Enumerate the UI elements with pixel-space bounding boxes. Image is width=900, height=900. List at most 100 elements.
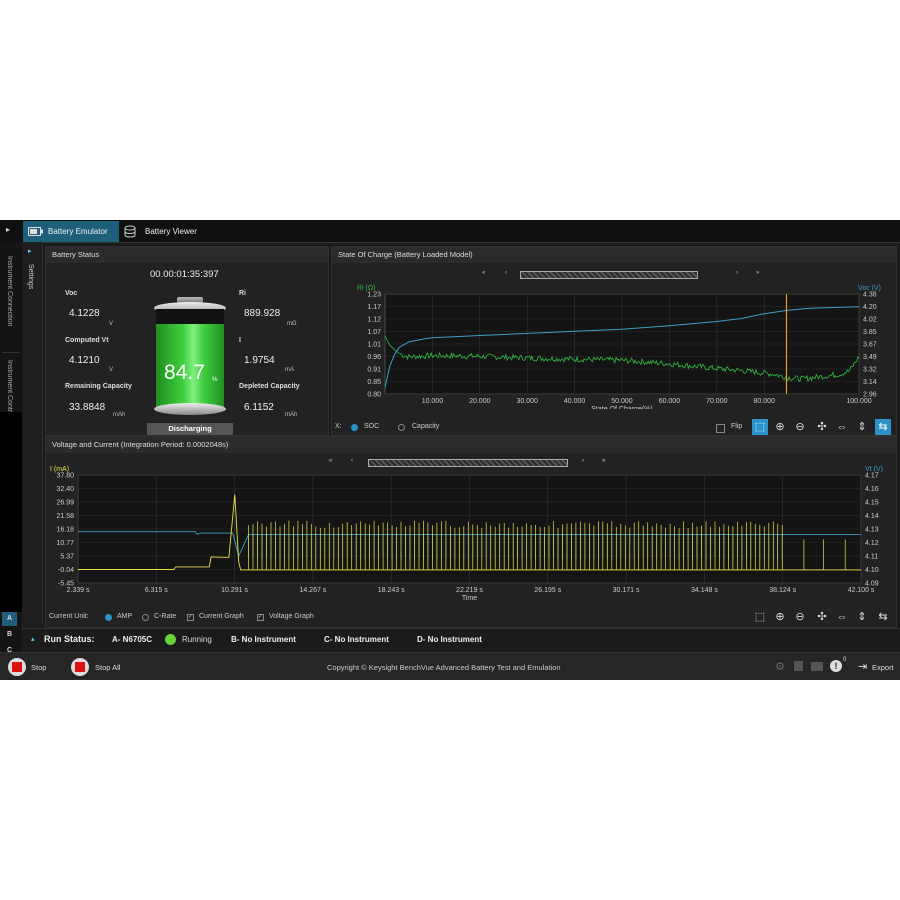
computed-vt-unit: V	[109, 367, 114, 373]
fit-all-icon[interactable]: ✣	[814, 609, 830, 625]
x-tick-label: 34.148 s	[691, 587, 718, 594]
running-indicator	[165, 634, 176, 645]
x-tick-label: 30.000	[516, 398, 538, 405]
gear-icon[interactable]: ⚙	[775, 660, 785, 673]
x-tick-label: 80.000	[753, 398, 775, 405]
instrument-sidebar: Instrument Connection Instrument Control…	[0, 242, 23, 680]
instrument-control-tab[interactable]: Instrument Control	[6, 360, 13, 418]
ri-unit: mΩ	[287, 321, 297, 327]
scroll-prev-icon[interactable]: ‹	[505, 270, 507, 276]
crate-radio[interactable]	[142, 614, 149, 621]
instrument-connection-tab[interactable]: Instrument Connection	[6, 256, 13, 326]
y-tick-label: 1.23	[367, 292, 381, 299]
zoom-box-icon[interactable]: ⬚	[752, 419, 768, 435]
pan-icon[interactable]: ⇆	[875, 609, 891, 625]
fit-vertical-icon[interactable]: ⇕	[854, 609, 870, 625]
capacity-radio[interactable]	[398, 424, 405, 431]
database-icon	[124, 225, 136, 238]
panel-title: Battery Status	[46, 247, 328, 263]
scroll-last-icon[interactable]: »	[756, 270, 759, 276]
y-tick-label: 0.96	[367, 354, 381, 361]
y-axis-title: I (mA)	[50, 466, 69, 473]
y2-tick-label: 4.14	[865, 513, 879, 520]
panel-title: State Of Charge (Battery Loaded Model)	[332, 247, 896, 263]
tab-battery-viewer[interactable]: Battery Viewer	[121, 221, 211, 242]
channel-b-button[interactable]: B	[2, 628, 17, 642]
fit-vertical-icon[interactable]: ⇕	[854, 419, 870, 435]
collapse-arrow-icon[interactable]: ▴	[31, 635, 35, 643]
fit-horizontal-icon[interactable]: ⇔	[834, 419, 850, 435]
channel-b-name: B- No Instrument	[231, 635, 296, 644]
zoom-out-icon[interactable]: ⊖	[792, 419, 808, 435]
zoom-in-icon[interactable]: ⊕	[772, 419, 788, 435]
scroll-first-icon[interactable]: «	[482, 270, 485, 276]
battery-gauge: 84.7 %	[154, 297, 226, 417]
x-tick-label: 14.267 s	[299, 587, 326, 594]
y-tick-label: 0.85	[367, 379, 381, 386]
y-tick-label: 37.80	[56, 473, 74, 480]
settings-sidebar: ▸ Settings	[22, 242, 43, 624]
y-tick-label: 32.40	[56, 486, 74, 493]
zoom-out-icon[interactable]: ⊖	[792, 609, 808, 625]
scroll-next-icon[interactable]: ›	[736, 270, 738, 276]
zoom-box-icon[interactable]: ⬚	[752, 609, 768, 625]
export-icon[interactable]: ⇥	[858, 660, 867, 673]
export-label[interactable]: Export	[872, 663, 894, 672]
soc-chart[interactable]: 10.000 20.000 30.000 40.000 50.000 60.000 70.0…	[332, 277, 896, 409]
y-tick-label: -0.04	[58, 567, 74, 574]
stop-label: Stop	[31, 663, 47, 672]
current-value: 1.9754	[244, 355, 275, 366]
pan-icon[interactable]: ⇆	[875, 419, 891, 435]
expand-arrow-icon[interactable]: ▸	[28, 247, 32, 255]
y-tick-label: -5.45	[58, 581, 74, 588]
soc-radio[interactable]	[351, 424, 358, 431]
y2-tick-label: 4.10	[865, 567, 879, 574]
voltage-graph-checkbox[interactable]: ✓	[257, 614, 264, 621]
y-tick-label: 5.37	[60, 554, 74, 561]
x-tick-label: 50.000	[611, 398, 633, 405]
flip-checkbox[interactable]	[716, 424, 725, 433]
fit-horizontal-icon[interactable]: ⇔	[834, 609, 850, 625]
fit-all-icon[interactable]: ✣	[814, 419, 830, 435]
depleted-capacity-label: Depleted Capacity	[239, 383, 300, 390]
y-tick-label: 10.77	[56, 540, 74, 547]
folder-icon[interactable]	[811, 662, 823, 671]
y2-axis-title: Vt (V)	[865, 466, 883, 473]
stop-button[interactable]	[8, 658, 26, 676]
y2-tick-label: 4.11	[865, 554, 878, 561]
computed-vt-label: Computed Vt	[65, 337, 109, 344]
tab-battery-emulator[interactable]: Battery Emulator	[23, 221, 119, 242]
y-axis-title: Ri (Ω)	[357, 285, 375, 292]
channel-a-state: Running	[182, 635, 212, 644]
y2-tick-label: 4.16	[865, 486, 879, 493]
depleted-capacity-value: 6.1152	[244, 402, 274, 413]
current-graph-checkbox[interactable]: ✓	[187, 614, 194, 621]
x-tick-label: 20.000	[469, 398, 491, 405]
settings-tab[interactable]: Settings	[27, 264, 34, 289]
zoom-in-icon[interactable]: ⊕	[772, 609, 788, 625]
y2-tick-label: 4.13	[865, 527, 879, 534]
stop-all-button[interactable]	[71, 658, 89, 676]
divider	[2, 352, 20, 353]
voc-label: Voc	[65, 290, 78, 297]
x-tick-label: 60.000	[659, 398, 681, 405]
y-tick-label: 0.80	[367, 392, 381, 399]
y2-axis-title: Voc (V)	[858, 285, 881, 292]
channel-a-button[interactable]: A	[2, 612, 17, 626]
y2-tick-label: 3.14	[863, 379, 877, 386]
y2-tick-label: 4.12	[865, 540, 879, 547]
discharging-status: Discharging	[147, 423, 233, 435]
x-tick-label: 26.195 s	[534, 587, 561, 594]
stop-icon	[12, 662, 22, 672]
info-icon[interactable]: !	[830, 660, 842, 672]
depleted-capacity-unit: mAh	[285, 412, 298, 418]
save-icon[interactable]	[794, 661, 803, 671]
tab-label: Battery Viewer	[145, 227, 197, 236]
amp-radio[interactable]	[105, 614, 112, 621]
stop-all-label: Stop All	[95, 663, 121, 672]
channel-d-name: D- No Instrument	[417, 635, 482, 644]
ri-label: Ri	[239, 290, 246, 297]
menu-arrow-icon[interactable]: ▸	[6, 225, 10, 234]
voltage-current-chart[interactable]: 2.339 s 6.315 s 10.291 s 14.267 s 18.243 s 22…	[46, 463, 896, 603]
x-axis-title: Time	[462, 595, 477, 602]
